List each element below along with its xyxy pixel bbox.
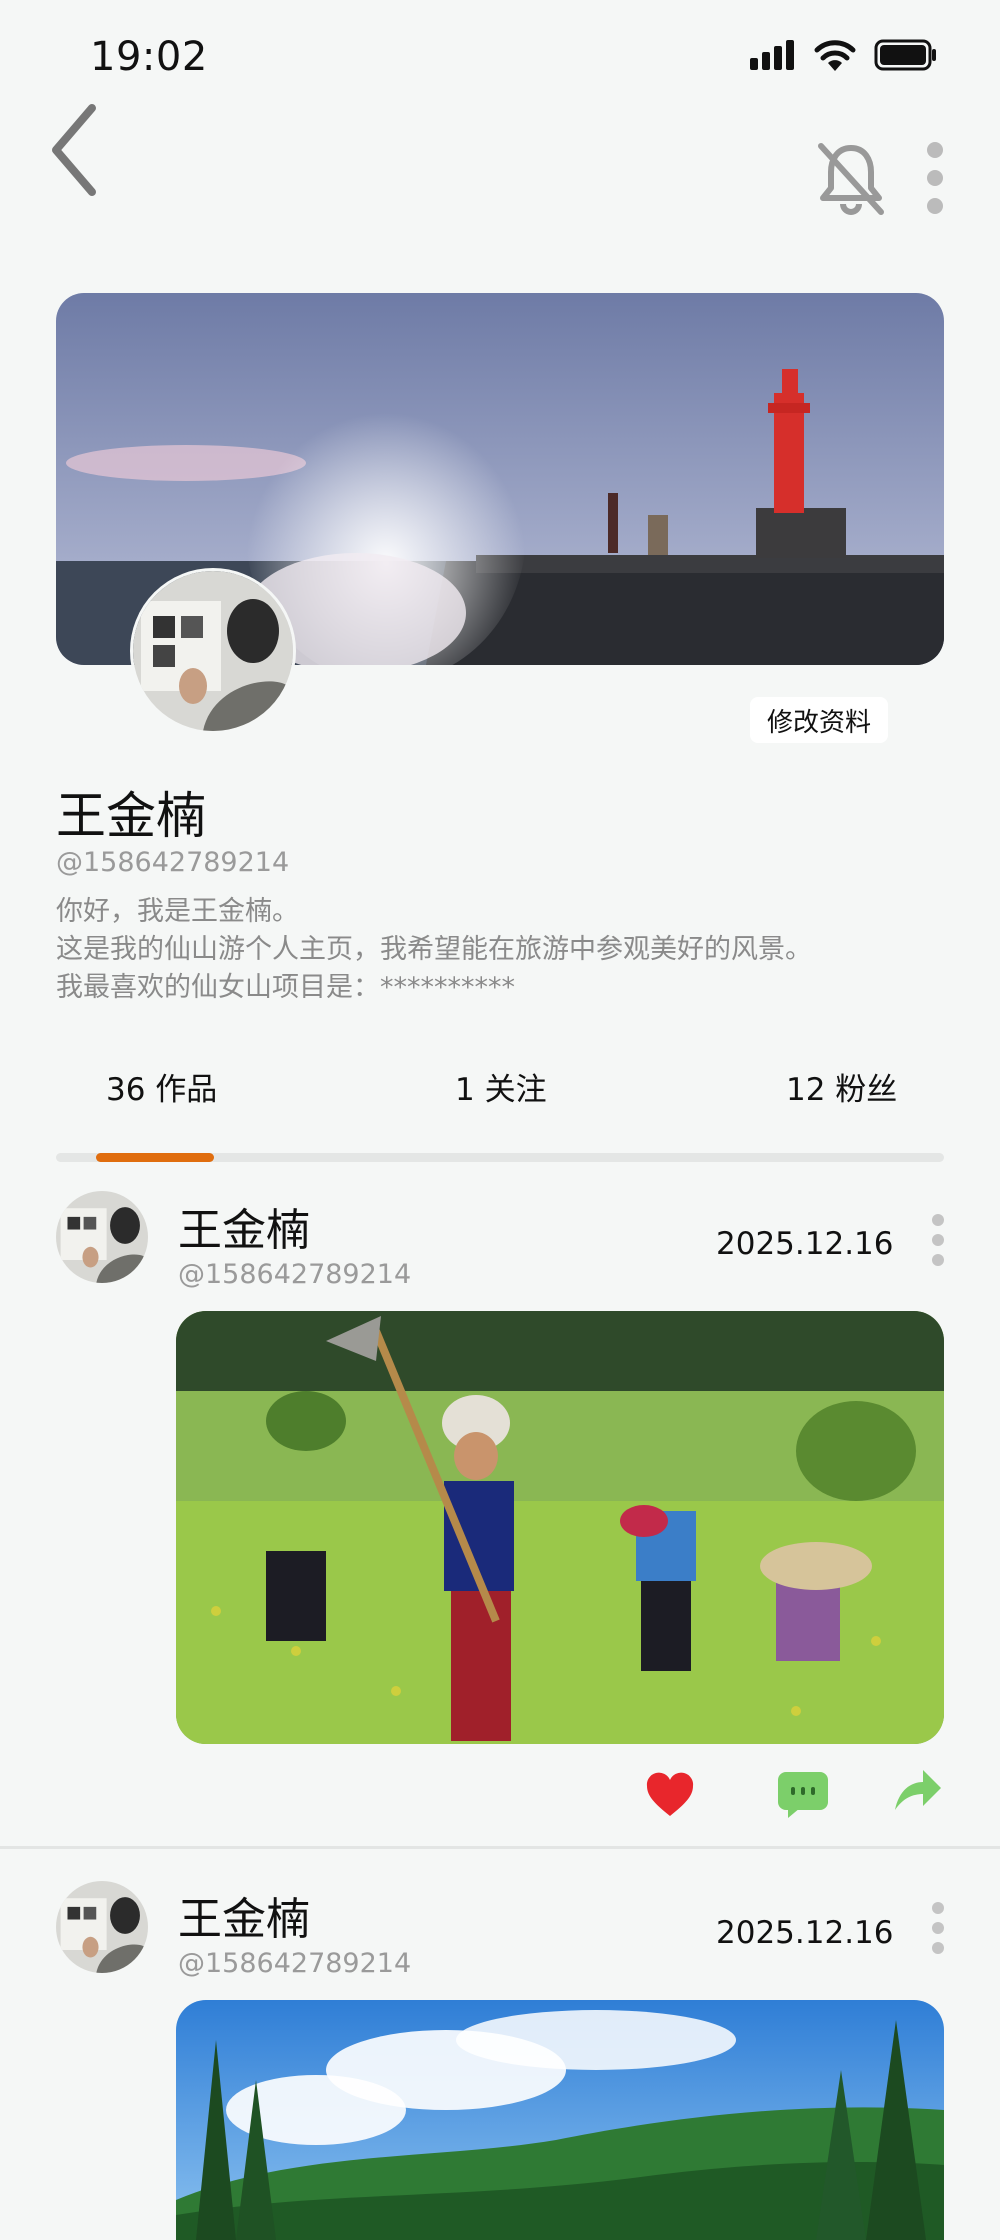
- more-vertical-icon: [927, 142, 943, 214]
- avatar-image: [133, 571, 293, 731]
- post-more-button[interactable]: [930, 1900, 946, 1956]
- like-button[interactable]: [645, 1772, 695, 1818]
- profile-bio: 你好，我是王金楠。 这是我的仙山游个人主页，我希望能在旅游中参观美好的风景。 我…: [56, 893, 812, 1007]
- avatar-image: [56, 1191, 148, 1283]
- back-button[interactable]: [44, 98, 104, 202]
- comment-icon: [778, 1772, 828, 1818]
- farm-photo: [176, 1311, 944, 1744]
- edit-profile-button[interactable]: 修改资料: [750, 697, 888, 743]
- battery-icon: [874, 39, 936, 71]
- post-more-button[interactable]: [930, 1212, 946, 1268]
- tab-indicator: [96, 1153, 214, 1162]
- bell-off-icon: [818, 143, 884, 215]
- comment-button[interactable]: [776, 1770, 830, 1820]
- post-author-handle: @158642789214: [178, 1948, 412, 1979]
- heart-icon: [646, 1772, 694, 1816]
- more-options-button[interactable]: [920, 140, 950, 220]
- wifi-icon: [814, 40, 856, 71]
- signal-icon: [750, 40, 794, 70]
- post-image[interactable]: [176, 1311, 944, 1744]
- mute-notifications-button[interactable]: [815, 140, 887, 220]
- avatar-image: [56, 1881, 148, 1973]
- more-vertical-icon: [932, 1902, 944, 1954]
- profile-name: 王金楠: [56, 787, 206, 845]
- post-image[interactable]: [176, 2000, 944, 2240]
- profile-handle: @158642789214: [56, 847, 290, 878]
- status-icons: [750, 38, 938, 72]
- post-avatar[interactable]: [56, 1191, 148, 1283]
- profile-avatar[interactable]: [130, 568, 296, 734]
- post-avatar[interactable]: [56, 1881, 148, 1973]
- post-author-name: 王金楠: [178, 1205, 310, 1256]
- post-author-name: 王金楠: [178, 1894, 310, 1945]
- bio-line: 你好，我是王金楠。: [56, 896, 299, 927]
- chevron-left-icon: [52, 104, 96, 196]
- post-date: 2025.12.16: [716, 1915, 894, 1951]
- tab-works[interactable]: 36 作品: [106, 1064, 217, 1109]
- bio-line: 这是我的仙山游个人主页，我希望能在旅游中参观美好的风景。: [56, 934, 812, 965]
- share-button[interactable]: [893, 1768, 943, 1812]
- post-divider: [0, 1846, 1000, 1849]
- more-vertical-icon: [932, 1214, 944, 1266]
- tab-following[interactable]: 1 关注: [455, 1064, 547, 1109]
- post-date: 2025.12.16: [716, 1226, 894, 1262]
- tab-followers[interactable]: 12 粉丝: [786, 1064, 897, 1109]
- status-time: 19:02: [90, 34, 208, 80]
- share-arrow-icon: [895, 1770, 941, 1810]
- post-author-handle: @158642789214: [178, 1259, 412, 1290]
- forest-photo: [176, 2000, 944, 2240]
- bio-line: 我最喜欢的仙女山项目是：**********: [56, 972, 515, 1003]
